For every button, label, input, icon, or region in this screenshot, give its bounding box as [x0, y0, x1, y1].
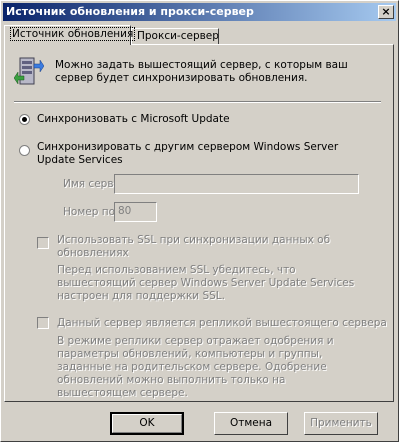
- tab-proxy-server[interactable]: Прокси-сервер: [131, 28, 219, 45]
- cancel-button[interactable]: Отмена: [214, 412, 288, 435]
- ok-button[interactable]: OK: [110, 412, 184, 435]
- cancel-button-label: Отмена: [229, 417, 273, 429]
- server-sync-icon: [14, 57, 44, 85]
- separator: [14, 101, 381, 103]
- other-server-radio[interactable]: [19, 145, 30, 156]
- close-button[interactable]: ×: [378, 5, 394, 19]
- apply-button-label: Применить: [310, 417, 372, 429]
- apply-button[interactable]: Применить: [304, 412, 378, 435]
- ok-button-label: OK: [139, 417, 155, 429]
- ssl-note: Перед использованием SSL убедитесь, что …: [57, 264, 355, 302]
- window-title: Источник обновления и прокси-сервер: [6, 5, 254, 18]
- ssl-label[interactable]: Использовать SSL при синхронизации данны…: [57, 234, 367, 260]
- title-bar[interactable]: Источник обновления и прокси-сервер ×: [3, 3, 396, 21]
- port-value: 80: [118, 205, 132, 217]
- intro-text: Можно задать вышестоящий сервер, с котор…: [55, 59, 348, 84]
- tab-proxy-server-label: Прокси-сервер: [137, 30, 219, 42]
- microsoft-update-label[interactable]: Синхронизовать с Microsoft Update: [37, 113, 230, 125]
- server-name-input[interactable]: [114, 174, 359, 194]
- port-input[interactable]: 80: [114, 202, 157, 222]
- replica-note: В режиме реплики сервер отражает одобрен…: [57, 335, 334, 399]
- tab-update-source[interactable]: Источник обновления: [4, 25, 136, 45]
- close-icon: ×: [381, 5, 391, 18]
- replica-label[interactable]: Данный сервер является репликой вышестоя…: [57, 317, 387, 329]
- microsoft-update-radio[interactable]: [19, 114, 30, 125]
- replica-checkbox[interactable]: [37, 317, 49, 329]
- tab-update-source-label: Источник обновления: [10, 27, 136, 41]
- other-server-label[interactable]: Синхронизировать с другим сервером Windo…: [37, 141, 367, 167]
- ssl-checkbox[interactable]: [37, 237, 49, 249]
